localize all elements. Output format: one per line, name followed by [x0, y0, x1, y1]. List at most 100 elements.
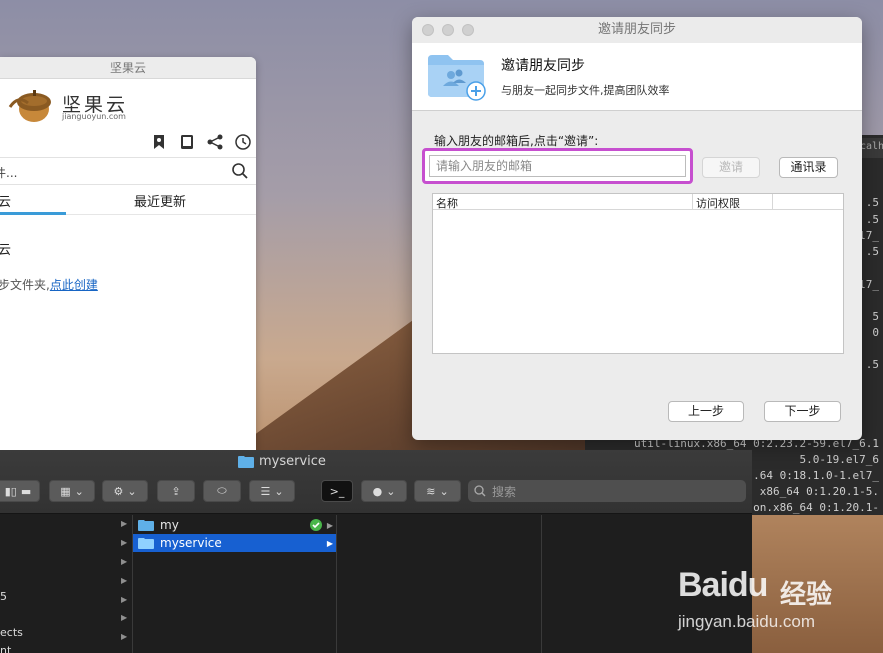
- dialog-title: 邀请朋友同步: [412, 17, 862, 43]
- terminal-line: .5: [865, 196, 879, 209]
- terminal-line: x86_64 0:1.20.1-5.: [759, 485, 879, 498]
- prev-button[interactable]: 上一步: [668, 401, 744, 422]
- terminal-line: .5: [865, 358, 879, 371]
- column-access[interactable]: 访问权限: [696, 195, 740, 211]
- tag-icon: ⬭: [217, 484, 227, 497]
- gear-icon: ⚙: [113, 484, 124, 498]
- acorn-logo-icon: [8, 90, 51, 122]
- email-prompt: 输入朋友的邮箱后,点击“邀请”:: [434, 134, 599, 148]
- terminal-line: .5: [865, 213, 879, 226]
- disclosure-arrow-icon[interactable]: ▶: [121, 613, 127, 622]
- share-icon: ⇪: [171, 484, 181, 498]
- sidebar-item[interactable]: 5: [0, 590, 7, 603]
- folder-row-selected[interactable]: myservice ▶: [133, 534, 336, 552]
- disclosure-arrow-icon[interactable]: ▶: [121, 632, 127, 641]
- folder-name: my: [160, 518, 179, 532]
- window-title: 坚果云: [0, 57, 256, 79]
- invite-button[interactable]: 邀请: [702, 157, 760, 178]
- disclosure-arrow-icon[interactable]: ▶: [121, 576, 127, 585]
- invitee-table: 名称 访问权限: [432, 193, 844, 354]
- email-input[interactable]: [429, 155, 686, 177]
- dialog-subheading: 与朋友一起同步文件,提高团队效率: [501, 84, 670, 97]
- column-separator: [772, 194, 773, 210]
- list-icon: ☰: [260, 484, 271, 498]
- email-field-highlight: [422, 148, 693, 184]
- gallery-view-icon[interactable]: ▬: [21, 485, 31, 498]
- disclosure-arrow-icon[interactable]: ▶: [121, 557, 127, 566]
- search-icon[interactable]: [231, 162, 249, 183]
- group-button[interactable]: ▦ ⌄: [49, 480, 95, 502]
- tab-recent[interactable]: 最近更新: [134, 191, 186, 210]
- disclosure-arrow-icon: ▶: [326, 538, 333, 548]
- folder-row[interactable]: my ▶: [133, 516, 336, 534]
- next-button[interactable]: 下一步: [764, 401, 841, 422]
- sync-button[interactable]: ≋ ⌄: [414, 480, 461, 502]
- search-bar[interactable]: 件...: [0, 157, 256, 185]
- zoom-button[interactable]: [462, 24, 474, 36]
- view-toggle[interactable]: ▮▯ ▬: [0, 480, 40, 502]
- jianguoyun-button[interactable]: ● ⌄: [361, 480, 407, 502]
- synced-check-icon: [310, 519, 322, 531]
- watermark-brand: Baidu: [678, 566, 768, 604]
- toolbar: [150, 133, 252, 151]
- share-icon[interactable]: [206, 133, 224, 151]
- folder-column: my ▶ myservice ▶: [133, 515, 337, 653]
- terminal-button[interactable]: >_: [321, 480, 353, 502]
- list-item[interactable]: 云: [0, 239, 11, 258]
- bookmark-icon[interactable]: [150, 133, 168, 151]
- action-button[interactable]: ⚙ ⌄: [102, 480, 148, 502]
- disclosure-arrow-icon[interactable]: ▶: [121, 538, 127, 547]
- minimize-button[interactable]: [442, 24, 454, 36]
- terminal-line: 5: [872, 310, 879, 323]
- create-link[interactable]: 点此创建: [50, 278, 98, 292]
- sidebar-item[interactable]: ects: [0, 626, 23, 639]
- history-icon[interactable]: [234, 133, 252, 151]
- folder-name: myservice: [160, 536, 222, 550]
- dialog-header: 邀请朋友同步 与朋友一起同步文件,提高团队效率: [412, 43, 862, 111]
- terminal-icon: >_: [329, 484, 345, 498]
- disclosure-arrow-icon[interactable]: ▶: [121, 519, 127, 528]
- watermark-product: 经验: [780, 580, 833, 610]
- finder-title-text: myservice: [259, 454, 326, 469]
- chevron-down-icon: ⌄: [274, 484, 284, 498]
- terminal-tab[interactable]: calh: [860, 138, 883, 158]
- table-header: 名称 访问权限: [433, 194, 843, 210]
- folder-icon: [138, 538, 154, 549]
- column-name[interactable]: 名称: [436, 195, 458, 211]
- terminal-line: .64 0:18.1.0-1.el7_: [753, 469, 879, 482]
- jianguoyun-window: 坚果云 坚果云 jianguoyun.com 件... 云 最近更新 云 步文件…: [0, 57, 256, 450]
- grid-icon: ▦: [60, 484, 71, 498]
- baidu-watermark: Baidu 经验 jingyan.baidu.com: [678, 560, 878, 650]
- column-separator: [692, 194, 693, 210]
- chevron-down-icon: ⌄: [127, 484, 137, 498]
- list-options-button[interactable]: ☰ ⌄: [249, 480, 295, 502]
- tag-button[interactable]: ⬭: [203, 480, 241, 502]
- tablet-icon[interactable]: [178, 133, 196, 151]
- search-placeholder: 搜索: [492, 484, 517, 499]
- terminal-line: 0: [872, 326, 879, 339]
- brand-domain: jianguoyun.com: [62, 112, 126, 121]
- window-controls: [422, 24, 474, 36]
- sidebar-column: 5 ects nt ▶ ▶ ▶ ▶ ▶ ▶ ▶: [0, 515, 133, 653]
- share-button[interactable]: ⇪: [157, 480, 195, 502]
- empty-text: 步文件夹,: [0, 278, 50, 292]
- dialog-heading: 邀请朋友同步: [501, 58, 585, 74]
- empty-message: 步文件夹,点此创建: [0, 276, 98, 293]
- search-placeholder: 件...: [0, 166, 18, 180]
- chevron-down-icon: ⌄: [74, 484, 84, 498]
- acorn-icon: ●: [372, 484, 383, 498]
- folder-icon: [138, 520, 154, 531]
- finder-search[interactable]: 搜索: [468, 480, 746, 502]
- sidebar-item[interactable]: nt: [0, 644, 11, 653]
- tab-all[interactable]: 云: [0, 191, 11, 210]
- close-button[interactable]: [422, 24, 434, 36]
- tab-indicator: [0, 212, 66, 215]
- contacts-button[interactable]: 通讯录: [779, 157, 838, 178]
- contents-column: [337, 515, 542, 653]
- disclosure-arrow-icon: ▶: [326, 520, 333, 530]
- column-view-icon[interactable]: ▮▯: [5, 485, 17, 498]
- tab-bar: 云 最近更新: [0, 185, 256, 215]
- finder-window: myservice ▮▯ ▬ ▦ ⌄ ⚙ ⌄ ⇪ ⬭ ☰ ⌄ >_ ● ⌄ ≋ ⌄ 搜索 5…: [0, 450, 752, 653]
- finder-title: myservice: [238, 454, 326, 469]
- disclosure-arrow-icon[interactable]: ▶: [121, 595, 127, 604]
